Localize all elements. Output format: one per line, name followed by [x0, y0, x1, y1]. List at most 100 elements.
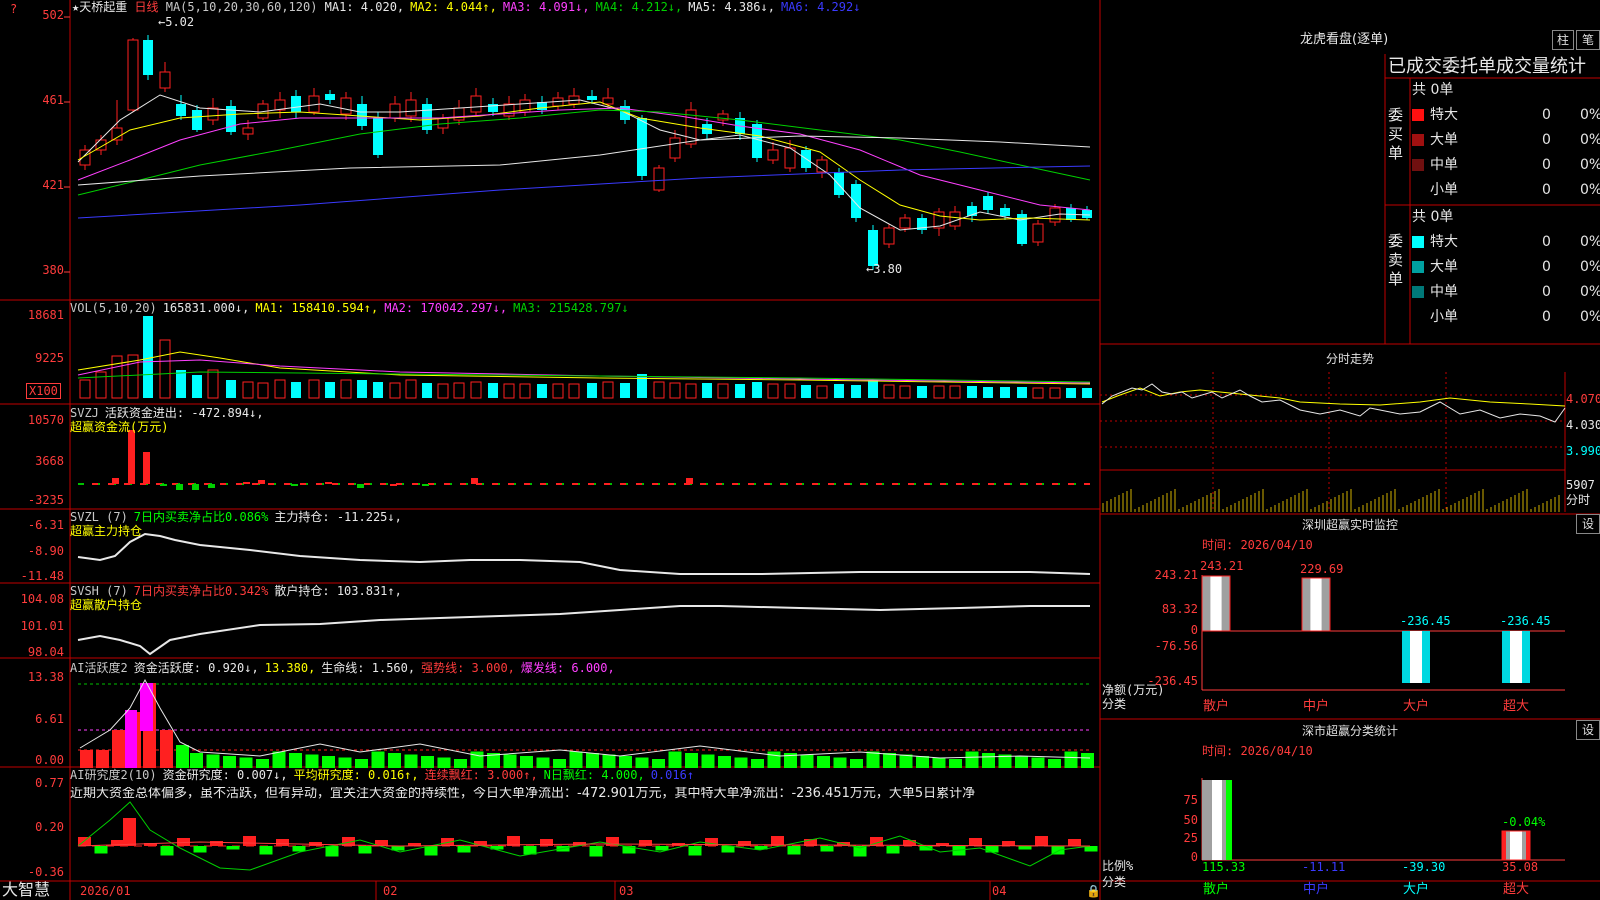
svzj-bar — [357, 484, 364, 488]
candle-body — [883, 227, 895, 245]
buy-row-name: 中单 — [1430, 157, 1458, 173]
svsh-value-label: 散户持仓: 103.831↑, — [274, 584, 402, 598]
vol-unit-badge[interactable]: X100 — [26, 383, 61, 399]
sell-row-volume: 0 — [1542, 284, 1551, 300]
volume-bar — [308, 379, 320, 399]
monitor-unit: 净额(万元) — [1102, 683, 1165, 697]
ai-active-bar — [520, 756, 533, 768]
ai-research-bar — [985, 846, 999, 853]
ai-active-bar — [239, 757, 253, 768]
svzj-bar — [192, 484, 199, 490]
pen-mode-button[interactable]: 笔 — [1576, 30, 1600, 50]
volume-bar — [176, 370, 186, 398]
ai-research-bar — [589, 846, 603, 857]
candle-body — [983, 196, 993, 210]
svzj-y-label: 3668 — [35, 454, 64, 468]
ai-comment-text: 近期大资金总体偏多，虽不活跃，但有异动，宜关注大资金的持续性，今日大单净流出：-… — [70, 787, 976, 801]
app-logo[interactable]: 大智慧 — [2, 881, 50, 899]
ai-research-bar — [243, 836, 256, 846]
classify-settings-button[interactable]: 设 — [1576, 720, 1600, 740]
ai-active-value-label: 爆发线: 6.000, — [520, 661, 615, 675]
candle-body — [325, 94, 335, 100]
volume-bar — [568, 383, 580, 399]
candle-body — [868, 230, 878, 266]
volume-bar — [192, 375, 202, 398]
buy-row: 中单 0 0% — [1412, 154, 1600, 176]
volume-bar — [437, 383, 449, 399]
ai-active-bar — [338, 757, 352, 768]
candle-body — [899, 217, 911, 229]
ai-active-bar — [800, 754, 814, 768]
volume-bar — [637, 374, 647, 398]
volume-bar — [143, 316, 153, 398]
time-axis-label: 02 — [383, 884, 398, 898]
ai-research-bar — [358, 846, 372, 854]
svzj-y-label: 10570 — [27, 413, 64, 427]
volume-bar — [389, 382, 401, 399]
volume-bar — [1066, 388, 1076, 398]
candle-body — [176, 104, 186, 116]
svzl-y-label: -8.90 — [27, 544, 64, 558]
bar-mode-button[interactable]: 柱 — [1552, 30, 1574, 50]
time-axis-label: 03 — [619, 884, 634, 898]
ai-active-bar — [470, 751, 484, 768]
volume-bar — [503, 383, 515, 399]
ai-active-bar — [718, 756, 731, 768]
buy-row-name: 小单 — [1430, 182, 1458, 198]
ai-active-bar — [388, 753, 401, 768]
volume-bar — [752, 382, 762, 398]
ai-active-bar — [206, 754, 220, 768]
ai-research-bar — [688, 846, 702, 856]
monitor-settings-button[interactable]: 设 — [1576, 514, 1600, 534]
ai-active-bar — [272, 751, 286, 768]
ai-active-panel-header: AI活跃度2 资金活跃度: 0.920↓, 13.380, 生命线: 1.560, 强势… — [70, 661, 621, 675]
kline-chart-canvas[interactable] — [0, 0, 1600, 900]
ai-active-bar — [619, 756, 632, 768]
monitor-category-label: 大户 — [1403, 699, 1430, 714]
ai-active-bar — [883, 753, 896, 768]
ai-active-bar — [701, 754, 715, 768]
ai-active-bar — [355, 759, 368, 768]
stock-title[interactable]: ★天桥起重 — [72, 0, 127, 14]
volume-bar — [1049, 387, 1061, 399]
ai-research-line — [77, 801, 1091, 871]
volume-bar — [207, 369, 219, 399]
lock-icon[interactable]: 🔒 — [1086, 884, 1101, 898]
candle-body — [503, 103, 515, 117]
ai-active-bar — [223, 756, 236, 768]
color-swatch — [1412, 311, 1424, 323]
monitor-y-label: -76.56 — [1154, 639, 1198, 653]
main-y-label: 380 — [42, 263, 64, 277]
ai-active-bar — [916, 756, 929, 768]
ma5-line — [77, 135, 1091, 186]
color-swatch — [1412, 109, 1424, 121]
volume-bar — [159, 339, 171, 399]
volume-bar — [801, 385, 811, 398]
main-y-label: 421 — [42, 178, 64, 192]
ai-active-value-label: 生命线: 1.560, — [321, 661, 416, 675]
monitor-time: 时间: 2026/04/10 — [1202, 538, 1313, 552]
candle-body — [784, 147, 796, 169]
ai-research-bar — [325, 846, 339, 857]
ai-active-y-label: 0.00 — [35, 753, 64, 767]
color-swatch — [1412, 159, 1424, 171]
ai-research-bar — [969, 838, 982, 846]
ai-active-bar — [751, 759, 764, 768]
candle-body — [637, 118, 647, 176]
ai-research-bar — [787, 846, 801, 855]
ai-active-bar — [80, 750, 93, 768]
svzj-bar — [291, 484, 298, 486]
color-swatch — [1412, 184, 1424, 196]
vol-value-label: VOL(5,10,20) — [70, 301, 157, 315]
svzj-bar — [143, 452, 150, 484]
volume-bar — [851, 385, 861, 398]
buy-row-name: 大单 — [1430, 132, 1458, 148]
sell-row-percent: 0% — [1580, 259, 1600, 275]
ai-active-bar — [190, 753, 203, 768]
svzl-y-label: -6.31 — [27, 518, 64, 532]
monitor-bar — [1510, 631, 1522, 683]
sell-row-volume: 0 — [1542, 234, 1551, 250]
vol-y-label: 18681 — [27, 308, 64, 322]
volume-bar — [669, 382, 681, 399]
period-label[interactable]: 日线 — [134, 0, 158, 14]
